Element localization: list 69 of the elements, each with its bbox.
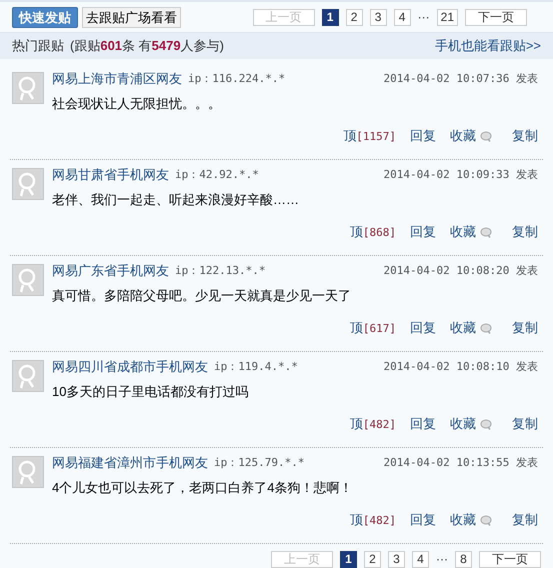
- post-time: 2014-04-02 10:13:55 发表: [384, 454, 538, 471]
- page-button[interactable]: 8: [455, 550, 472, 568]
- page-button[interactable]: 21: [436, 8, 458, 26]
- author-name[interactable]: 网易福建省漳州市手机网友: [52, 453, 208, 473]
- reply-button[interactable]: 回复: [410, 222, 436, 242]
- ip-address: ip：125.79.*.*: [214, 454, 304, 471]
- page-button[interactable]: 1: [340, 550, 357, 568]
- post-text: 社会现状让人无限担忧。。。: [52, 95, 222, 113]
- author-name[interactable]: 网易广东省手机网友: [52, 261, 169, 281]
- upvote-button[interactable]: 顶[482]: [350, 414, 396, 434]
- post-time: 2014-04-02 10:08:20 发表: [384, 262, 538, 279]
- favorite-button[interactable]: 收藏: [450, 222, 476, 242]
- avatar-icon: [12, 360, 44, 392]
- post-text: 真可惜。多陪陪父母吧。少见一天就真是少见一天了: [52, 287, 352, 305]
- favorite-button[interactable]: 收藏: [450, 126, 476, 146]
- reply-button[interactable]: 回复: [410, 318, 436, 338]
- post-text: 老伴、我们一起走、听起来浪漫好辛酸……: [52, 191, 300, 209]
- page-button[interactable]: 2: [346, 8, 363, 26]
- post-text: 4个儿女也可以去死了，老两口白养了4条狗！悲啊！: [52, 479, 354, 497]
- mobile-link[interactable]: 手机也能看跟贴>>: [434, 36, 541, 56]
- copy-button[interactable]: 复制: [512, 126, 538, 146]
- section-title: 热门跟贴: [12, 37, 64, 56]
- bubble-icon: [480, 418, 492, 430]
- copy-button[interactable]: 复制: [512, 414, 538, 434]
- next-page-button[interactable]: 下一页: [465, 8, 527, 26]
- bubble-icon: [480, 130, 492, 142]
- avatar-icon: [12, 264, 44, 296]
- page-ellipsis: ···: [436, 551, 448, 568]
- reply-button[interactable]: 回复: [410, 510, 436, 530]
- upvote-button[interactable]: 顶[482]: [350, 510, 396, 530]
- avatar-icon: [12, 456, 44, 488]
- favorite-button[interactable]: 收藏: [450, 318, 476, 338]
- avatar-icon: [12, 72, 44, 104]
- upvote-button[interactable]: 顶[868]: [350, 222, 396, 242]
- post-time: 2014-04-02 10:07:36 发表: [384, 70, 538, 87]
- page-button[interactable]: 2: [364, 550, 381, 568]
- upvote-button[interactable]: 顶[1157]: [343, 126, 396, 146]
- post-button[interactable]: 快速发贴: [12, 6, 78, 28]
- upvote-button[interactable]: 顶[617]: [350, 318, 396, 338]
- author-name[interactable]: 网易上海市青浦区网友: [52, 69, 182, 89]
- page-button[interactable]: 4: [412, 550, 429, 568]
- page-button[interactable]: 3: [388, 550, 405, 568]
- next-page-button[interactable]: 下一页: [479, 550, 541, 568]
- ip-address: ip：119.4.*.*: [214, 358, 298, 375]
- post-summary: (跟贴601条 有5479人参与): [70, 37, 224, 56]
- reply-button[interactable]: 回复: [410, 414, 436, 434]
- avatar-icon: [12, 168, 44, 200]
- ip-address: ip：42.92.*.*: [175, 166, 259, 183]
- page-button[interactable]: 1: [322, 8, 339, 26]
- post-time: 2014-04-02 10:08:10 发表: [384, 358, 538, 375]
- post-time: 2014-04-02 10:09:33 发表: [384, 166, 538, 183]
- bubble-icon: [480, 322, 492, 334]
- page-button[interactable]: 4: [394, 8, 411, 26]
- plaza-link[interactable]: 去跟贴广场看看: [82, 6, 181, 28]
- ip-address: ip：122.13.*.*: [175, 262, 266, 279]
- copy-button[interactable]: 复制: [512, 510, 538, 530]
- page-button[interactable]: 3: [370, 8, 387, 26]
- reply-button[interactable]: 回复: [410, 126, 436, 146]
- favorite-button[interactable]: 收藏: [450, 414, 476, 434]
- bubble-icon: [480, 514, 492, 526]
- author-name[interactable]: 网易四川省成都市手机网友: [52, 357, 208, 377]
- author-name[interactable]: 网易甘肃省手机网友: [52, 165, 169, 185]
- post-text: 10多天的日子里电话都没有打过吗: [52, 383, 250, 401]
- copy-button[interactable]: 复制: [512, 318, 538, 338]
- ip-address: ip：116.224.*.*: [188, 70, 286, 87]
- favorite-button[interactable]: 收藏: [450, 510, 476, 530]
- copy-button[interactable]: 复制: [512, 222, 538, 242]
- bubble-icon: [480, 226, 492, 238]
- page-ellipsis: ···: [418, 9, 430, 26]
